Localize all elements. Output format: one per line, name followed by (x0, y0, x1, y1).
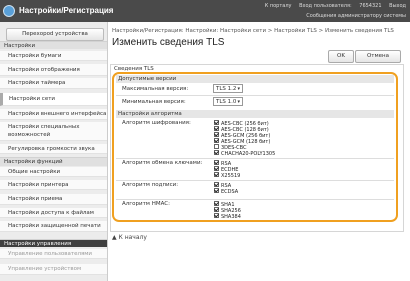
sidebar-item[interactable]: Управление пользователями (0, 249, 107, 259)
sidebar-item[interactable]: Настройки принтера (0, 180, 107, 190)
admin-message: Сообщения администратору системы (306, 13, 406, 19)
ok-button[interactable]: OK (328, 50, 354, 63)
sidebar-section-heading: Настройки (0, 41, 107, 49)
sidebar-item[interactable]: Настройки внешнего интерфейса (0, 109, 107, 120)
sidebar-item[interactable]: Настройки сети (0, 93, 107, 106)
sidebar-item[interactable]: Общие настройки (0, 167, 107, 177)
portal-link[interactable]: К порталу (265, 3, 292, 9)
sidebar-item[interactable]: Регулировка громкости звука (0, 144, 107, 154)
portal-button[interactable]: Перехороd устройства (6, 28, 104, 41)
sidebar-item[interactable]: Настройки приема (0, 194, 107, 205)
user-id: 7654321 (359, 3, 382, 9)
sidebar-section-heading: Настройки функций (0, 157, 107, 166)
app-title: Настройки/Регистрация (19, 6, 114, 15)
login-user-label: Вход пользователя: (299, 3, 352, 9)
highlight-frame (112, 72, 398, 222)
sidebar-section-heading: Настройки управления (0, 239, 107, 247)
logout-link[interactable]: Выход (389, 3, 406, 9)
sidebar-item[interactable]: Настройки доступа к файлам (0, 208, 107, 218)
sidebar-item[interactable]: Настройки таймера (0, 78, 107, 89)
sidebar-item[interactable]: Настройки специальных возможностей (0, 122, 107, 141)
sidebar-item[interactable]: Управление устройством (0, 264, 107, 275)
header-links: К порталу Вход пользователя: 7654321 Вых… (259, 1, 406, 21)
app-logo-icon (3, 5, 15, 17)
back-to-top-link[interactable]: ▲ К началу (112, 234, 147, 241)
sidebar-item[interactable]: Настройки защищенной печати (0, 221, 107, 232)
page-title: Изменить сведения TLS (112, 37, 225, 48)
sidebar-item[interactable]: Настройки отображения (0, 64, 107, 76)
sidebar-item[interactable]: Настройки бумаги (0, 51, 107, 61)
cancel-button[interactable]: Отмена (355, 50, 401, 63)
breadcrumb: Настройки/Регистрация: Настройки: Настро… (112, 28, 394, 34)
